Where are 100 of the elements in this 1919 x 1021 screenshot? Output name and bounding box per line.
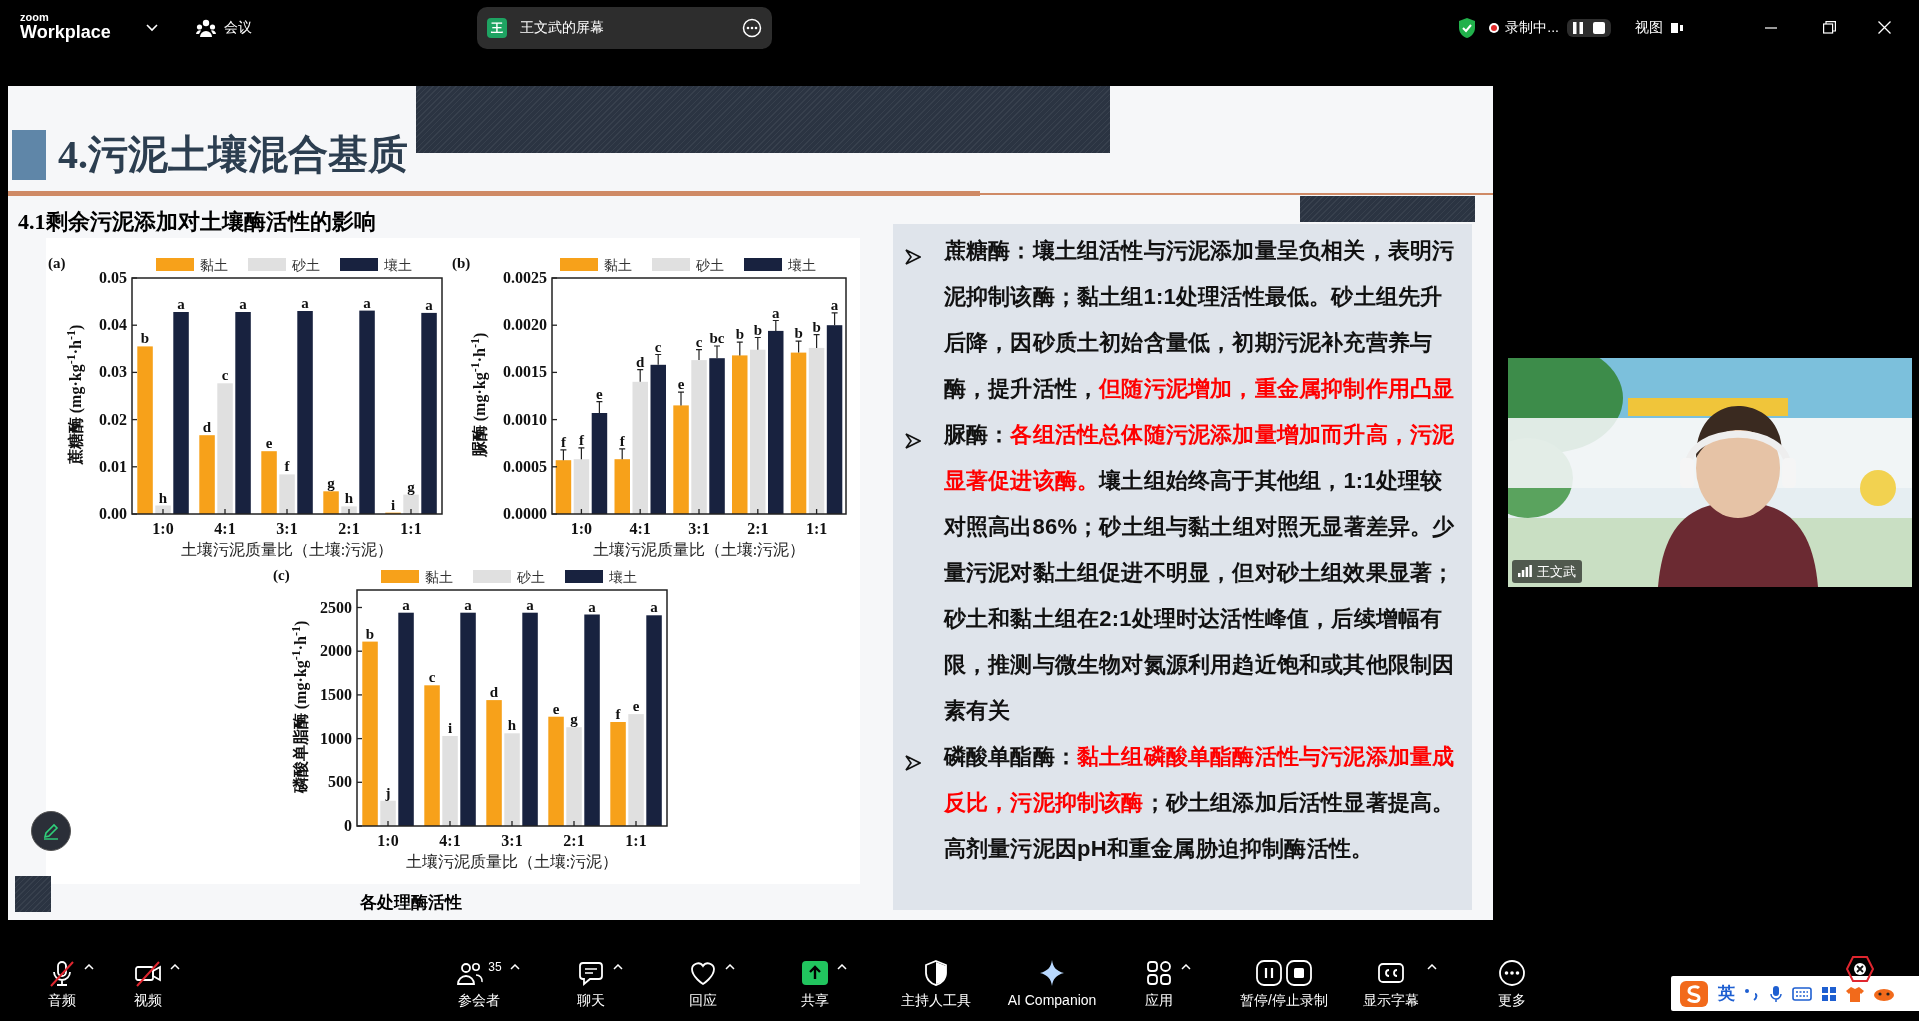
tick-label: 1:0	[570, 520, 593, 537]
significance-label: a	[588, 598, 596, 615]
participant-name: 王文武	[1537, 562, 1576, 581]
tick-label: 3:1	[688, 520, 710, 537]
panel-label: (b)	[452, 255, 471, 271]
tick-label: 1:1	[400, 520, 422, 537]
recording-indicator: 录制中...	[1489, 17, 1559, 38]
legend-label: 砂土	[696, 258, 724, 273]
significance-label: f	[615, 706, 621, 722]
tick-label: 500	[328, 773, 352, 791]
bullet-text: 磷酸单酯酶：黏土组磷酸单酯酶活性与污泥添加量成反比，污泥抑制该酶；砂土组添加后活性显著提高。高剂量污泥因pH和重金属胁迫抑制酶活性。	[943, 743, 1456, 863]
tick-label: 2500	[320, 598, 352, 616]
significance-label: g	[327, 475, 335, 492]
legend-label: 砂土	[517, 570, 545, 585]
axis-title: 土壤污泥质量比（土壤:污泥）	[180, 541, 394, 558]
tick-label: 1:0	[152, 520, 174, 537]
significance-label: d	[489, 684, 499, 701]
tick-label: 0.0025	[503, 269, 547, 286]
significance-label: j	[385, 784, 391, 801]
tick-label: 0.0000	[503, 505, 547, 522]
legend-label: 黏土	[604, 258, 632, 273]
tick-label: 0.04	[99, 316, 127, 334]
tick-label: 1500	[320, 685, 352, 703]
panel-label: (a)	[48, 255, 66, 271]
significance-label: e	[265, 435, 273, 452]
significance-label: a	[177, 296, 185, 312]
significance-label: c	[428, 669, 436, 686]
participant-count: 35	[488, 959, 502, 976]
tick-label: 0.0010	[503, 410, 547, 428]
significance-label: e	[632, 698, 640, 715]
legend-label: 壤土	[609, 570, 637, 585]
significance-label: i	[447, 720, 453, 736]
significance-label: b	[753, 321, 762, 338]
legend-label: 黏土	[425, 570, 453, 585]
tick-label: 0	[344, 817, 352, 834]
tick-label: 4:1	[439, 832, 461, 849]
tick-label: 3:1	[276, 520, 298, 537]
slide-title: 4.污泥土壤混合基质	[58, 131, 408, 179]
significance-label: g	[570, 711, 578, 728]
significance-label: b	[140, 330, 150, 347]
significance-label: f	[284, 458, 290, 475]
axis-title: 土壤污泥质量比（土壤:污泥）	[405, 853, 619, 870]
tick-label: 4:1	[214, 520, 236, 537]
panel-label: (c)	[273, 567, 290, 583]
significance-label: a	[239, 296, 247, 312]
significance-label: c	[654, 338, 662, 355]
significance-label: h	[344, 490, 354, 507]
tick-label: 0.05	[99, 269, 127, 286]
significance-label: e	[677, 376, 685, 393]
tick-label: 1:1	[805, 520, 828, 537]
bullet-text: 蔗糖酶：壤土组活性与污泥添加量呈负相关，表明污泥抑制该酶；黏土组1:1处理活性最低。砂土组先升后降，因砂质土初始含量低，初期污泥补充营养与酶，提升活性，但随污泥增加，重金属抑制作用凸显	[943, 237, 1456, 403]
tick-label: 1:1	[625, 832, 647, 849]
share-title: 王文武的屏幕	[520, 18, 604, 37]
tick-label: 2:1	[747, 520, 769, 537]
significance-label: a	[526, 596, 534, 613]
significance-label: a	[830, 296, 839, 313]
significance-label: b	[812, 318, 821, 335]
user-initial-avatar: 王	[487, 17, 507, 38]
tick-label: 1:0	[377, 832, 399, 849]
tick-label: 0.02	[99, 410, 127, 428]
tick-label: 0.03	[99, 363, 127, 381]
significance-label: c	[221, 367, 229, 384]
tick-label: 1000	[320, 729, 352, 747]
tick-label: 2:1	[338, 520, 360, 537]
significance-label: d	[202, 419, 212, 436]
bullet-text: 脲酶：各组活性总体随污泥添加量增加而升高，污泥显著促进该酶。壤土组始终高于其他组，1:1处理较对照高出86%；砂土组与黏土组对照无显著差异。少量污泥对黏土组促进不明显，但对砂土组效果显著；砂土和黏土组在2:1处理时达活性峰值，后续增幅有限，推测与微生物对氮源利用趋近饱和或其他限制因素有关	[943, 421, 1456, 725]
significance-label: f	[619, 432, 625, 449]
significance-label: a	[650, 599, 658, 616]
tick-label: 3:1	[501, 832, 523, 849]
significance-label: h	[507, 717, 517, 734]
significance-label: g	[407, 478, 415, 495]
legend-label: 壤土	[384, 258, 412, 273]
significance-label: a	[402, 596, 410, 613]
significance-label: bc	[709, 330, 725, 346]
tick-label: 0.0020	[503, 316, 547, 334]
significance-label: b	[735, 326, 744, 343]
significance-label: a	[301, 295, 309, 311]
significance-label: e	[552, 700, 560, 717]
significance-label: d	[636, 353, 645, 370]
tick-label: 4:1	[629, 520, 651, 537]
legend-label: 黏土	[200, 258, 228, 273]
significance-label: b	[794, 325, 803, 342]
significance-label: e	[596, 385, 603, 402]
significance-label: a	[363, 294, 371, 311]
app-logo: zoom Workplace	[20, 12, 112, 43]
significance-label: f	[560, 433, 566, 450]
tick-label: 0.01	[99, 457, 127, 475]
significance-label: c	[695, 333, 703, 350]
significance-label: i	[390, 496, 396, 513]
tick-label: 0.0005	[503, 457, 547, 475]
tick-label: 0.0015	[503, 363, 547, 381]
figure-caption: 各处理酶活性	[360, 892, 463, 914]
significance-label: a	[772, 304, 780, 321]
significance-label: a	[464, 596, 472, 613]
legend-label: 壤土	[788, 258, 816, 273]
significance-label: a	[425, 296, 433, 313]
tick-label: 2000	[320, 642, 352, 660]
tick-label: 0.00	[99, 505, 127, 522]
significance-label: b	[365, 625, 375, 642]
significance-label: f	[578, 431, 584, 448]
